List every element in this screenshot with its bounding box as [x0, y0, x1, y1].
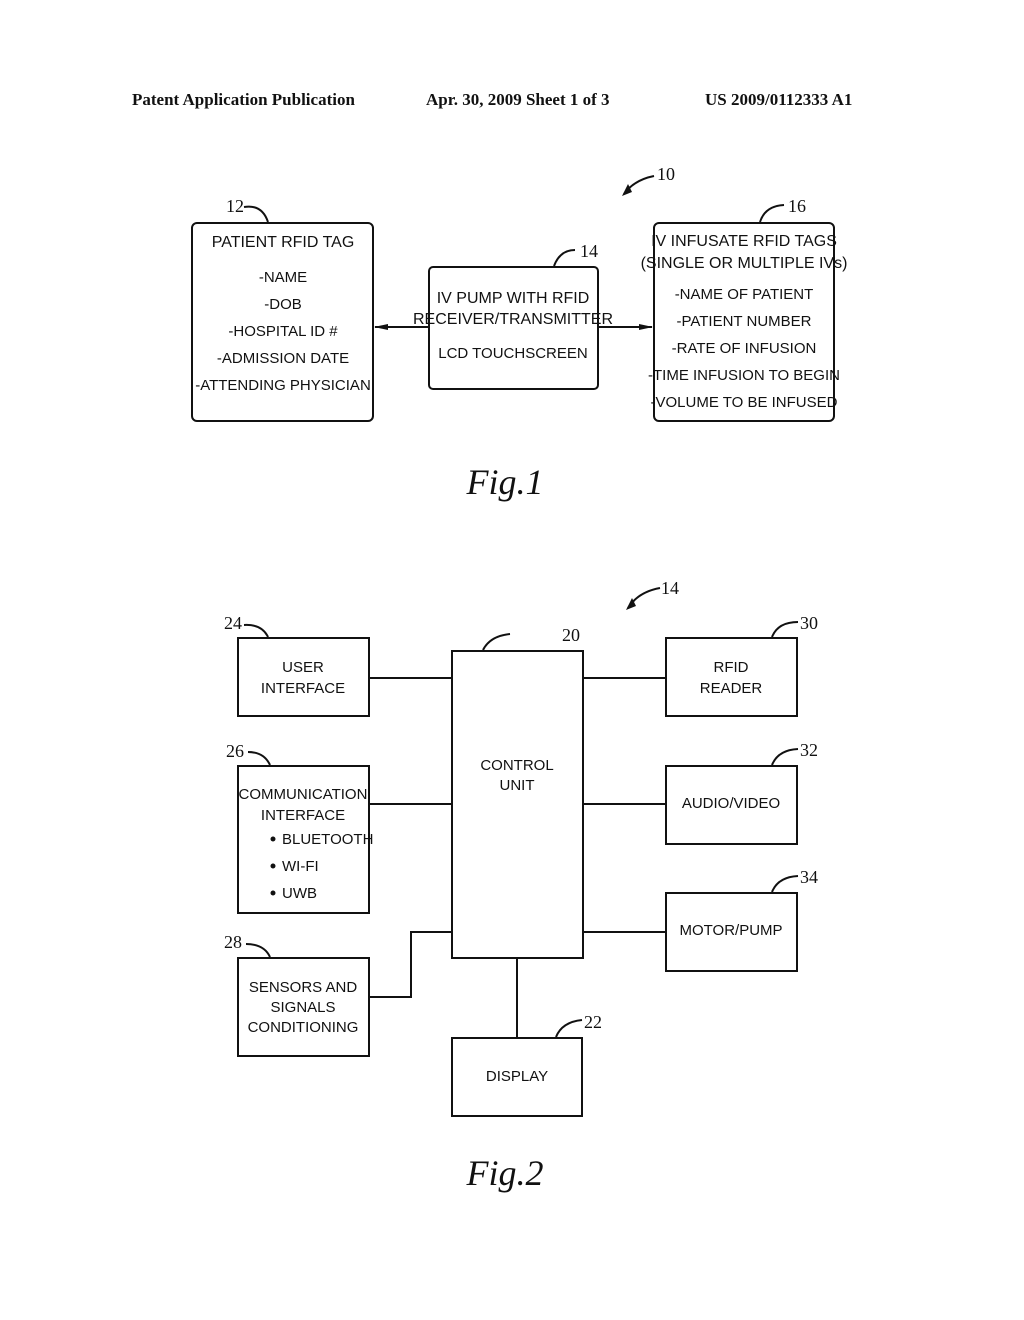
user-interface-box: 24 USER INTERFACE	[224, 613, 370, 717]
fig1: 10 12 PATIENT RFID TAG -NAME -DOB -HOSPI…	[191, 164, 848, 502]
sensors-line: SIGNALS	[270, 999, 335, 1016]
connector-sensors-control	[369, 931, 452, 998]
comm-bullet: UWB	[282, 885, 317, 902]
infusate-item: -RATE OF INFUSION	[672, 340, 817, 357]
ref-12: 12	[226, 196, 244, 216]
user-interface-line: USER	[282, 659, 324, 676]
pump-line: LCD TOUCHSCREEN	[438, 345, 587, 362]
sensors-line: CONDITIONING	[248, 1019, 359, 1036]
display-box: 22 DISPLAY	[451, 1012, 602, 1117]
patient-tag-item: -NAME	[259, 269, 307, 286]
ref-34: 34	[800, 867, 818, 887]
comm-bullet: BLUETOOTH	[282, 831, 373, 848]
comm-bullet: WI-FI	[282, 858, 319, 875]
control-unit-box: 20 CONTROL UNIT	[451, 625, 584, 959]
comm-line: COMMUNICATION	[239, 786, 368, 803]
infusate-title: IV INFUSATE RFID TAGS	[651, 233, 837, 250]
rfid-reader-line: RFID	[714, 659, 749, 676]
motor-pump-box: 34 MOTOR/PUMP	[665, 867, 818, 972]
pump-line: IV PUMP WITH RFID	[437, 290, 590, 307]
ref-14-fig2: 14	[661, 578, 679, 598]
user-interface-line: INTERFACE	[261, 680, 345, 697]
fig2-caption: Fig.2	[466, 1153, 544, 1193]
infusate-item: -VOLUME TO BE INFUSED	[651, 394, 838, 411]
display-line: DISPLAY	[486, 1068, 548, 1085]
bullet-icon	[270, 863, 276, 869]
ref-20: 20	[562, 625, 580, 645]
patient-tag-item: -HOSPITAL ID #	[228, 323, 338, 340]
bullet-icon	[270, 836, 276, 842]
infusate-title: (SINGLE OR MULTIPLE IVs)	[641, 255, 848, 272]
pump-line: RECEIVER/TRANSMITTER	[413, 311, 613, 328]
ref-22: 22	[584, 1012, 602, 1032]
ref-16: 16	[788, 196, 806, 216]
audio-video-box: 32 AUDIO/VIDEO	[665, 740, 818, 845]
iv-infusate-rfid-tags-box: 16 IV INFUSATE RFID TAGS (SINGLE OR MULT…	[641, 196, 848, 422]
control-unit-line: CONTROL	[480, 757, 553, 774]
bullet-icon	[270, 890, 276, 896]
comm-line: INTERFACE	[261, 807, 345, 824]
infusate-item: -NAME OF PATIENT	[675, 286, 814, 303]
ref-10: 10	[657, 164, 675, 184]
infusate-item: -TIME INFUSION TO BEGIN	[648, 367, 840, 384]
infusate-item: -PATIENT NUMBER	[676, 313, 811, 330]
patient-tag-item: -ADMISSION DATE	[217, 350, 349, 367]
sensors-box: 28 SENSORS AND SIGNALS CONDITIONING	[224, 932, 370, 1057]
ref-28: 28	[224, 932, 242, 952]
patient-tag-title: PATIENT RFID TAG	[212, 234, 355, 251]
ref-26: 26	[226, 741, 244, 761]
rfid-reader-line: READER	[700, 680, 763, 697]
patent-drawing: 10 12 PATIENT RFID TAG -NAME -DOB -HOSPI…	[191, 164, 848, 1193]
ref-24: 24	[224, 613, 242, 633]
audio-video-line: AUDIO/VIDEO	[682, 795, 780, 812]
patient-tag-item: -ATTENDING PHYSICIAN	[195, 377, 371, 394]
fig1-caption: Fig.1	[466, 462, 544, 502]
fig2: 14 20 CONTROL UNIT 24 USER INTERFACE 26 …	[224, 578, 818, 1193]
patient-rfid-tag-box: 12 PATIENT RFID TAG -NAME -DOB -HOSPITAL…	[191, 196, 374, 422]
ref-32: 32	[800, 740, 818, 760]
sensors-line: SENSORS AND	[249, 979, 358, 996]
communication-interface-box: 26 COMMUNICATION INTERFACE BLUETOOTH WI-…	[226, 741, 373, 914]
iv-pump-box: 14 IV PUMP WITH RFID RECEIVER/TRANSMITTE…	[413, 241, 613, 390]
rfid-reader-box: 30 RFID READER	[665, 613, 818, 717]
ref-30: 30	[800, 613, 818, 633]
control-unit-line: UNIT	[500, 777, 535, 794]
motor-pump-line: MOTOR/PUMP	[679, 922, 782, 939]
patient-tag-item: -DOB	[264, 296, 302, 313]
ref-14: 14	[580, 241, 598, 261]
